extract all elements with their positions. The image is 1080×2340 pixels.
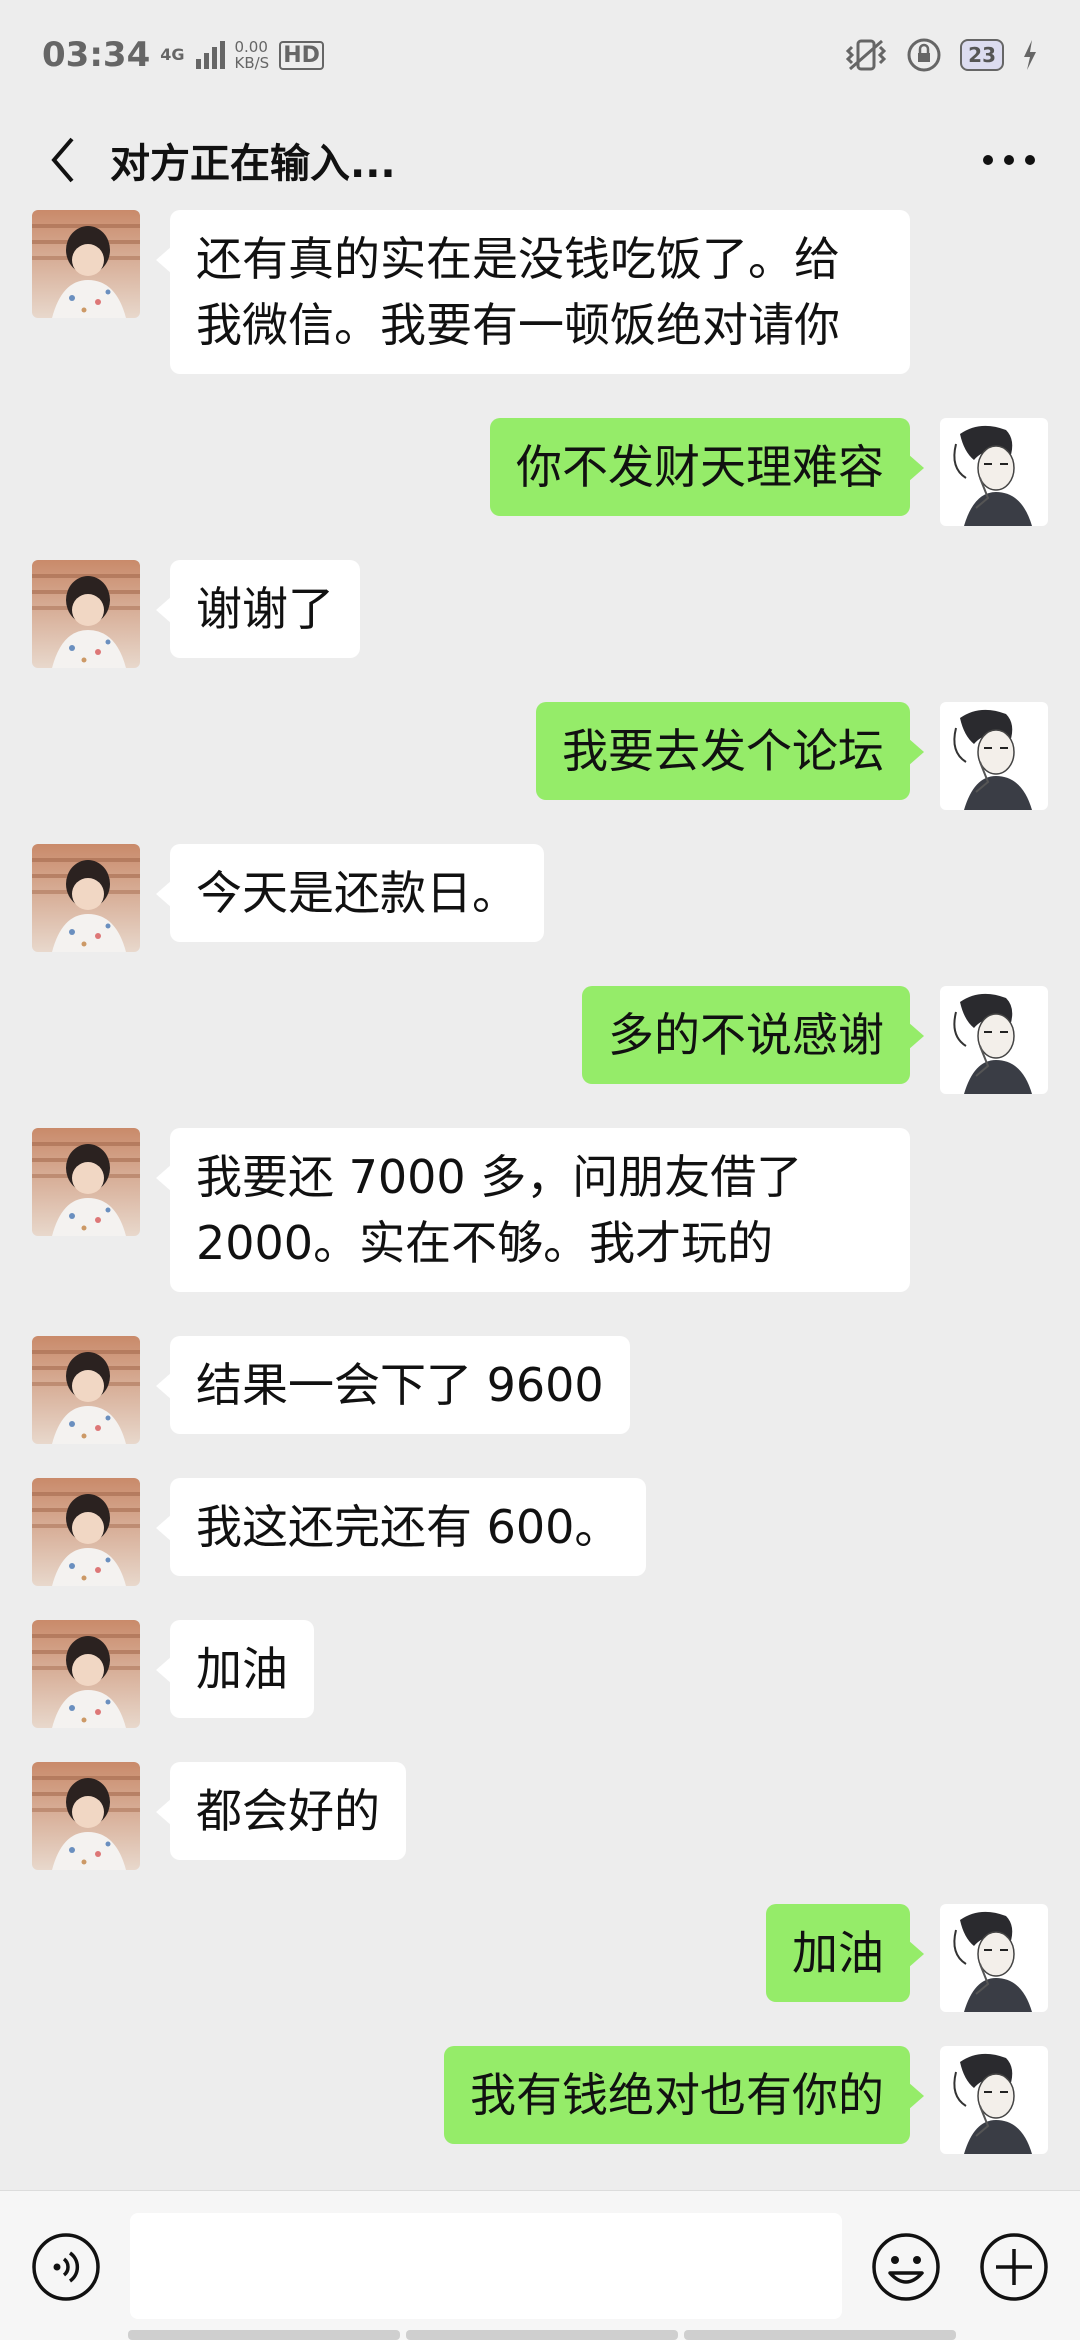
net-speed-value: 0.00	[234, 38, 268, 56]
emoji-icon	[872, 2233, 940, 2301]
chevron-left-icon	[51, 137, 74, 183]
my-avatar-image	[940, 702, 1048, 810]
contact-avatar-image	[32, 1620, 140, 1728]
my-avatar-image	[940, 2046, 1048, 2154]
my-avatar[interactable]	[940, 2046, 1048, 2154]
net-speed-unit: KB/S	[234, 54, 270, 72]
message-bubble[interactable]: 结果一会下了 9600	[156, 1336, 630, 1434]
charging-icon	[1024, 40, 1036, 70]
net-speed: 0.00 KB/S	[235, 39, 270, 71]
status-right: 23	[844, 37, 1038, 73]
voice-icon	[32, 2233, 100, 2301]
home-indicator	[128, 2330, 956, 2340]
contact-avatar[interactable]	[32, 1128, 140, 1236]
my-avatar[interactable]	[940, 1904, 1048, 2012]
message-input[interactable]	[130, 2213, 842, 2319]
emoji-button[interactable]	[870, 2231, 942, 2303]
plus-circle-icon	[980, 2233, 1048, 2301]
message-bubble[interactable]: 今天是还款日。	[156, 844, 544, 942]
more-functions-button[interactable]	[978, 2231, 1050, 2303]
contact-avatar[interactable]	[32, 1478, 140, 1586]
contact-avatar-image	[32, 1336, 140, 1444]
my-avatar-image	[940, 418, 1048, 526]
contact-avatar[interactable]	[32, 1762, 140, 1870]
message-bubble[interactable]: 我要去发个论坛	[536, 702, 924, 800]
status-left: 03:34 4G 0.00 KB/S HD	[42, 35, 324, 75]
status-bar: 03:34 4G 0.00 KB/S HD 23	[0, 0, 1080, 110]
status-time: 03:34	[42, 35, 151, 75]
back-button[interactable]	[28, 125, 98, 195]
my-avatar[interactable]	[940, 702, 1048, 810]
message-bubble[interactable]: 都会好的	[156, 1762, 406, 1860]
voice-input-button[interactable]	[30, 2231, 102, 2303]
battery-indicator: 23	[960, 39, 1004, 71]
message-bubble[interactable]: 还有真的实在是没钱吃饭了。给我微信。我要有一顿饭绝对请你	[156, 210, 910, 374]
contact-avatar[interactable]	[32, 844, 140, 952]
hd-badge: HD	[279, 40, 324, 70]
message-bubble[interactable]: 加油	[156, 1620, 314, 1718]
contact-avatar[interactable]	[32, 1336, 140, 1444]
contact-avatar-image	[32, 844, 140, 952]
rotation-lock-icon	[907, 38, 941, 72]
my-avatar[interactable]	[940, 986, 1048, 1094]
contact-avatar-image	[32, 1478, 140, 1586]
chat-header: 对方正在输入...	[0, 110, 1080, 210]
my-avatar-image	[940, 1904, 1048, 2012]
chat-title: 对方正在输入...	[110, 141, 396, 187]
vibrate-icon	[846, 39, 887, 71]
input-bar	[0, 2190, 1080, 2340]
contact-avatar-image	[32, 560, 140, 668]
more-options-button[interactable]	[974, 130, 1044, 190]
message-bubble[interactable]: 我要还 7000 多，问朋友借了 2000。实在不够。我才玩的	[156, 1128, 910, 1292]
message-bubble[interactable]: 你不发财天理难容	[490, 418, 924, 516]
message-bubble[interactable]: 加油	[766, 1904, 924, 2002]
battery-level: 23	[968, 43, 996, 67]
contact-avatar-image	[32, 1128, 140, 1236]
contact-avatar-image	[32, 210, 140, 318]
contact-avatar[interactable]	[32, 210, 140, 318]
contact-avatar[interactable]	[32, 560, 140, 668]
contact-avatar-image	[32, 1762, 140, 1870]
signal-icon	[195, 41, 225, 69]
message-bubble[interactable]: 多的不说感谢	[582, 986, 924, 1084]
message-bubble[interactable]: 我有钱绝对也有你的	[444, 2046, 924, 2144]
contact-avatar[interactable]	[32, 1620, 140, 1728]
message-list[interactable]: 还有真的实在是没钱吃饭了。给我微信。我要有一顿饭绝对请你 你不发财天理难容 谢谢…	[0, 210, 1080, 2190]
network-type: 4G	[160, 45, 185, 64]
more-dots-icon	[983, 155, 1035, 165]
my-avatar[interactable]	[940, 418, 1048, 526]
message-bubble[interactable]: 谢谢了	[156, 560, 360, 658]
message-bubble[interactable]: 我这还完还有 600。	[155, 1478, 647, 1576]
my-avatar-image	[940, 986, 1048, 1094]
